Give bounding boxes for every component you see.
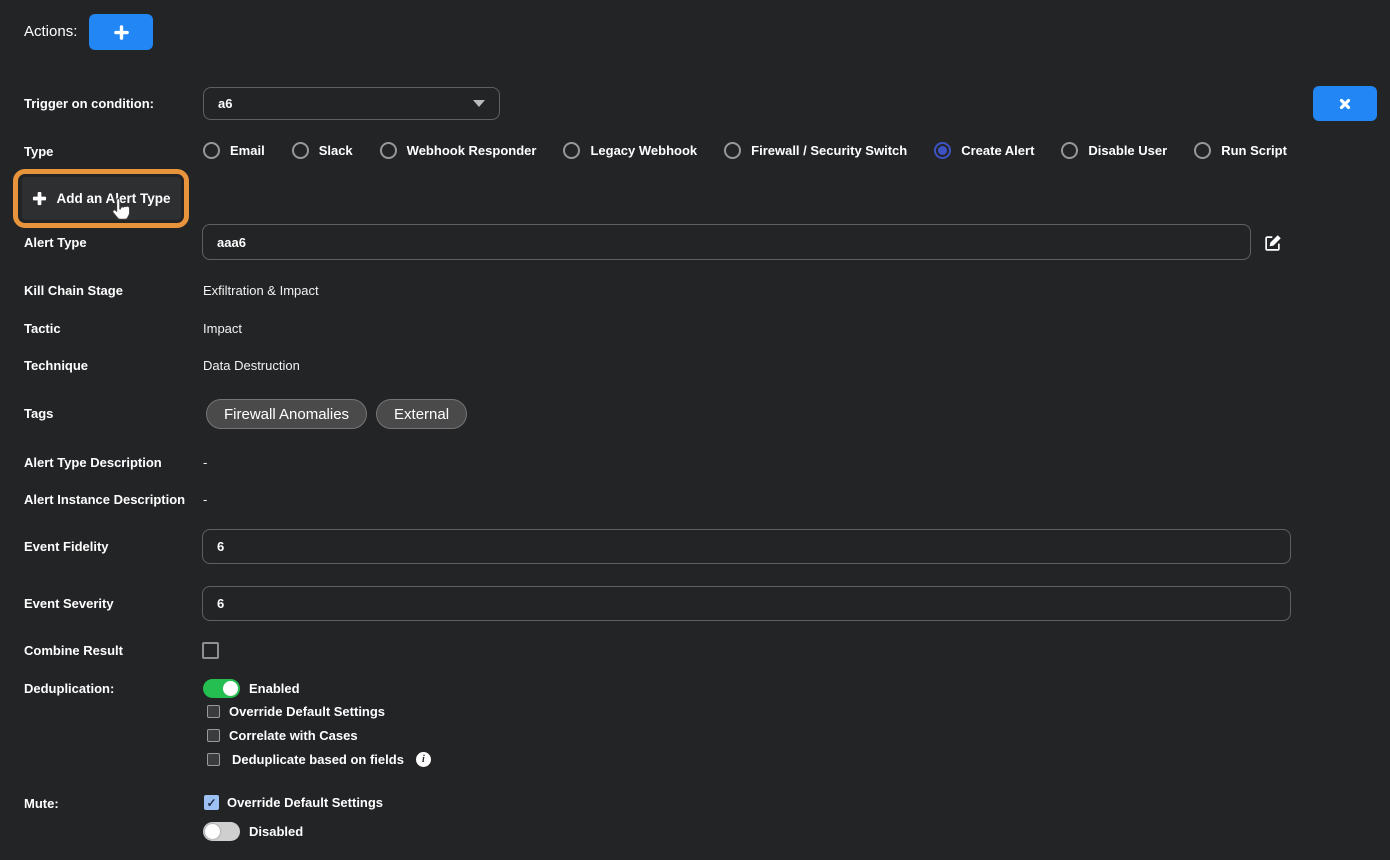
tags-list: Firewall Anomalies External: [206, 399, 467, 429]
dedup-override-row: Override Default Settings: [207, 704, 385, 719]
mute-override-checkbox[interactable]: ✓: [204, 795, 219, 810]
alert-type-description-label: Alert Type Description: [24, 455, 162, 471]
alert-type-input[interactable]: [202, 224, 1251, 260]
mute-toggle-state: Disabled: [249, 824, 303, 840]
event-severity-label: Event Severity: [24, 596, 114, 612]
tactic-value: Impact: [203, 321, 242, 337]
radio-create-alert[interactable]: Create Alert: [934, 142, 1034, 159]
remove-action-button[interactable]: [1313, 86, 1377, 121]
trigger-condition-label: Trigger on condition:: [24, 96, 154, 112]
radio-label: Create Alert: [961, 143, 1034, 158]
radio-circle-icon[interactable]: [380, 142, 397, 159]
technique-value: Data Destruction: [203, 358, 300, 374]
plus-icon: [114, 25, 129, 40]
radio-firewall-security-switch[interactable]: Firewall / Security Switch: [724, 142, 907, 159]
technique-label: Technique: [24, 358, 88, 374]
actions-label: Actions:: [24, 24, 77, 40]
edit-icon[interactable]: [1264, 234, 1282, 257]
kill-chain-stage-label: Kill Chain Stage: [24, 283, 123, 299]
radio-slack[interactable]: Slack: [292, 142, 353, 159]
radio-label: Run Script: [1221, 143, 1287, 158]
type-radio-group: Email Slack Webhook Responder Legacy Web…: [203, 142, 1287, 159]
radio-label: Email: [230, 143, 265, 158]
toggle-knob: [205, 824, 220, 839]
alert-instance-description-label: Alert Instance Description: [24, 492, 185, 508]
radio-legacy-webhook[interactable]: Legacy Webhook: [563, 142, 697, 159]
radio-label: Legacy Webhook: [590, 143, 697, 158]
add-alert-type-button-label: Add an Alert Type: [56, 191, 170, 206]
radio-circle-icon[interactable]: [724, 142, 741, 159]
radio-label: Disable User: [1088, 143, 1167, 158]
radio-label: Webhook Responder: [407, 143, 537, 158]
radio-label: Slack: [319, 143, 353, 158]
chevron-down-icon: [473, 100, 485, 107]
override-default-settings-checkbox[interactable]: [207, 705, 220, 718]
info-icon[interactable]: i: [416, 752, 431, 767]
tag-pill: Firewall Anomalies: [206, 399, 367, 429]
add-action-button[interactable]: [89, 14, 153, 50]
radio-circle-icon[interactable]: [203, 142, 220, 159]
alert-type-label: Alert Type: [24, 235, 87, 251]
type-label: Type: [24, 144, 53, 160]
mute-override-row: ✓ Override Default Settings: [204, 795, 383, 810]
deduplication-toggle-state: Enabled: [249, 681, 300, 697]
tactic-label: Tactic: [24, 321, 61, 337]
checkbox-label: Override Default Settings: [227, 795, 383, 810]
correlate-with-cases-row: Correlate with Cases: [207, 728, 358, 743]
event-fidelity-input[interactable]: [202, 529, 1291, 564]
radio-run-script[interactable]: Run Script: [1194, 142, 1287, 159]
radio-disable-user[interactable]: Disable User: [1061, 142, 1167, 159]
deduplicate-based-on-fields-checkbox[interactable]: [207, 753, 220, 766]
trigger-condition-value: a6: [218, 96, 473, 111]
tags-label: Tags: [24, 406, 53, 422]
checkbox-label: Deduplicate based on fields: [232, 752, 404, 767]
radio-selected-icon[interactable]: [934, 142, 951, 159]
add-alert-type-button[interactable]: Add an Alert Type: [22, 177, 181, 220]
mute-toggle[interactable]: [203, 822, 240, 841]
correlate-with-cases-checkbox[interactable]: [207, 729, 220, 742]
alert-instance-description-value: -: [203, 492, 207, 508]
close-icon: [1338, 97, 1352, 111]
plus-icon: [32, 191, 47, 206]
radio-circle-icon[interactable]: [292, 142, 309, 159]
radio-label: Firewall / Security Switch: [751, 143, 907, 158]
radio-webhook-responder[interactable]: Webhook Responder: [380, 142, 537, 159]
kill-chain-stage-value: Exfiltration & Impact: [203, 283, 319, 299]
mute-label: Mute:: [24, 796, 59, 812]
radio-circle-icon[interactable]: [1194, 142, 1211, 159]
deduplicate-based-on-fields-row: Deduplicate based on fields i: [207, 752, 431, 767]
checkbox-label: Correlate with Cases: [229, 728, 358, 743]
toggle-knob: [223, 681, 238, 696]
combine-result-checkbox[interactable]: [202, 642, 219, 659]
radio-circle-icon[interactable]: [563, 142, 580, 159]
event-severity-input[interactable]: [202, 586, 1291, 621]
alert-action-form: Actions: Trigger on condition: a6 Type E…: [0, 0, 1390, 860]
radio-circle-icon[interactable]: [1061, 142, 1078, 159]
radio-email[interactable]: Email: [203, 142, 265, 159]
checkbox-label: Override Default Settings: [229, 704, 385, 719]
deduplication-label: Deduplication:: [24, 681, 114, 697]
alert-type-description-value: -: [203, 455, 207, 471]
trigger-condition-select[interactable]: a6: [203, 87, 500, 120]
deduplication-toggle[interactable]: [203, 679, 240, 698]
combine-result-label: Combine Result: [24, 643, 123, 659]
event-fidelity-label: Event Fidelity: [24, 539, 109, 555]
tag-pill: External: [376, 399, 467, 429]
